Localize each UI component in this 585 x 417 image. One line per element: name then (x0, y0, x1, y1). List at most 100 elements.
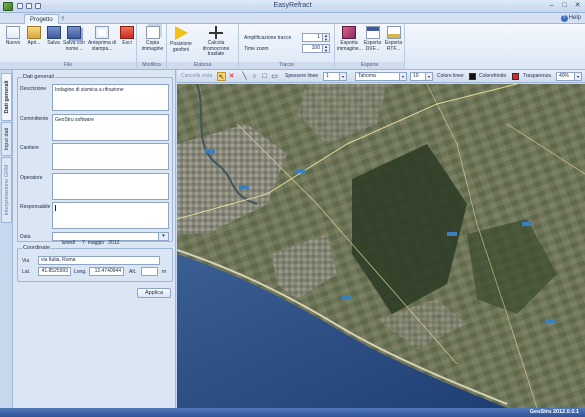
ribbon-group-file: Nuovo Apri... Salva Salva con nome... An… (0, 24, 137, 70)
description-label: Descrizione (20, 86, 47, 92)
maximize-button[interactable]: □ (559, 2, 570, 10)
amplification-spinner[interactable]: 1 ▲ ▼ (302, 33, 330, 42)
date-value: lunedì 7 maggio 2012 (61, 240, 120, 246)
side-tab-strip: Dati generali Input dati Interpretazione… (0, 70, 13, 408)
pointer-tool-icon[interactable]: ↖ (217, 72, 226, 81)
copy-icon (145, 26, 160, 39)
print-preview-icon (95, 26, 109, 39)
copy-image-button[interactable]: Copia immagine (140, 26, 165, 52)
time-zoom-spinner[interactable]: 100 ▲ ▼ (302, 44, 330, 53)
satellite-map[interactable] (177, 84, 585, 408)
open-button[interactable]: Apri... (23, 26, 45, 47)
street-label: Via (22, 258, 30, 264)
window-title: EasyRefract (273, 2, 312, 9)
save-icon (46, 26, 61, 39)
altitude-unit: m (162, 269, 167, 275)
tab-progetto[interactable]: Progetto (24, 14, 59, 24)
new-document-icon (6, 26, 20, 39)
export-rtf-icon (386, 26, 401, 39)
transparency-label: Trasparenza (523, 73, 551, 79)
ribbon-group-tracce: Amplificazione tracce 1 ▲ ▼ Time zoom 100 ▲… (239, 24, 335, 70)
altitude-field[interactable] (141, 267, 158, 276)
date-label: Data (20, 234, 31, 240)
text-tool-icon[interactable]: ▭ (270, 72, 279, 81)
save-as-icon (67, 26, 81, 39)
export-image-button[interactable]: Esporta immagine... (337, 26, 363, 52)
delete-tool-icon[interactable]: ✕ (227, 72, 236, 81)
folder-open-icon (27, 26, 41, 39)
spin-arrows-icon[interactable]: ▲ ▼ (322, 34, 329, 41)
background-color-swatch[interactable] (512, 73, 519, 80)
title-bar: EasyRefract – □ ✕ (0, 0, 585, 13)
exit-button[interactable]: Esci (118, 26, 136, 47)
close-button[interactable]: ✕ (572, 2, 583, 10)
latitude-label: Lat. (22, 269, 31, 275)
ribbon: Nuovo Apri... Salva Salva con nome... An… (0, 24, 585, 70)
street-field[interactable]: via Italia, Roma (38, 256, 160, 265)
arrow-right-icon (174, 26, 188, 40)
tab-help-question[interactable]: ? (55, 14, 70, 24)
ribbon-group-elabora: Posizione geofoni Calcola dromocrone tra… (167, 24, 239, 70)
site-field[interactable] (52, 143, 169, 170)
time-zoom-label: Time zoom (244, 46, 269, 52)
general-data-panel: Dati generali Descrizione Indagine di si… (13, 70, 176, 408)
apply-button[interactable]: Applica (137, 288, 171, 298)
client-field[interactable]: GeoStru software (52, 114, 169, 141)
chevron-down-icon: ▾ (574, 73, 581, 80)
amplification-label: Amplificazione tracce (244, 35, 292, 41)
transparency-select[interactable]: 40% ▾ (556, 72, 582, 81)
minimize-button[interactable]: – (546, 2, 557, 10)
exit-icon (120, 26, 134, 39)
export-rtf-button[interactable]: Esporta RTF... (383, 26, 404, 52)
line-width-label: Spessore linee (285, 73, 319, 79)
date-picker[interactable]: lunedì 7 maggio 2012 ▾ (52, 232, 169, 246)
font-select[interactable]: Tahoma ▾ (355, 72, 407, 81)
version-label: GeoStru 2012.0.0.1 (529, 409, 579, 415)
chevron-down-icon: ▾ (339, 73, 346, 80)
compute-traveltime-button[interactable]: Calcola dromocrone traslate (194, 26, 238, 58)
manager-label: Responsabile (20, 204, 51, 210)
side-tab-input-dati[interactable]: Input dati (1, 122, 12, 156)
export-dxf-button[interactable]: Esporta DXF... (362, 26, 383, 52)
spin-arrows-icon[interactable]: ▲ ▼ (322, 45, 329, 52)
site-label: Cantiere (20, 145, 39, 151)
line-color-swatch[interactable] (469, 73, 476, 80)
ellipse-tool-icon[interactable]: ○ (250, 72, 259, 81)
font-size-select[interactable]: 10 ▾ (410, 72, 433, 81)
chevron-down-icon: ▾ (399, 73, 406, 80)
new-button[interactable]: Nuovo (3, 26, 23, 47)
background-color-label: Colorefondo (479, 73, 507, 79)
longitude-label: Long. (74, 269, 87, 275)
line-width-select[interactable]: 1 ▾ (323, 72, 347, 81)
print-preview-button[interactable]: Anteprima di stampa... (87, 26, 117, 52)
ribbon-group-label: File (0, 62, 136, 69)
export-image-icon (342, 26, 356, 39)
altitude-label: Alt. (129, 269, 137, 275)
map-toolbar: Cancella vista ↖ ✕ ╲ ○ □ ▭ Spessore line… (177, 70, 585, 83)
ribbon-group-label: Tracce (239, 62, 334, 69)
line-tool-icon[interactable]: ╲ (240, 72, 249, 81)
calendar-dropdown-icon[interactable]: ▾ (158, 233, 168, 240)
text-caret (55, 205, 56, 211)
geophone-position-button[interactable]: Posizione geofoni (169, 26, 193, 53)
manager-field[interactable] (52, 202, 169, 229)
coordinates-group: Coordinate (17, 245, 173, 282)
help-icon: ? (560, 15, 568, 22)
ribbon-group-esporta: Esporta immagine... Esporta DXF... Espor… (335, 24, 405, 70)
rectangle-tool-icon[interactable]: □ (260, 72, 269, 81)
ribbon-group-label: Modifica (137, 62, 166, 69)
description-field[interactable]: Indagine di sismica a rifrazione (52, 84, 169, 111)
ribbon-group-label: Esporta (335, 62, 404, 69)
latitude-field[interactable]: 41.8525993 (38, 267, 71, 276)
operator-field[interactable] (52, 173, 169, 200)
export-dxf-icon (365, 26, 380, 39)
save-as-button[interactable]: Salva con nome... (62, 26, 86, 52)
line-color-label: Colore linee (437, 73, 464, 79)
general-data-legend: Dati generali (22, 74, 55, 80)
side-tab-dati-generali[interactable]: Dati generali (1, 73, 12, 121)
longitude-field[interactable]: 12.4740944 (89, 267, 124, 276)
side-tab-interpretazione-grm[interactable]: Interpretazione GRM (1, 157, 12, 223)
clear-view-button[interactable]: Cancella vista (181, 73, 212, 79)
help-button[interactable]: ? Help (560, 15, 581, 22)
save-button[interactable]: Salva (45, 26, 62, 47)
